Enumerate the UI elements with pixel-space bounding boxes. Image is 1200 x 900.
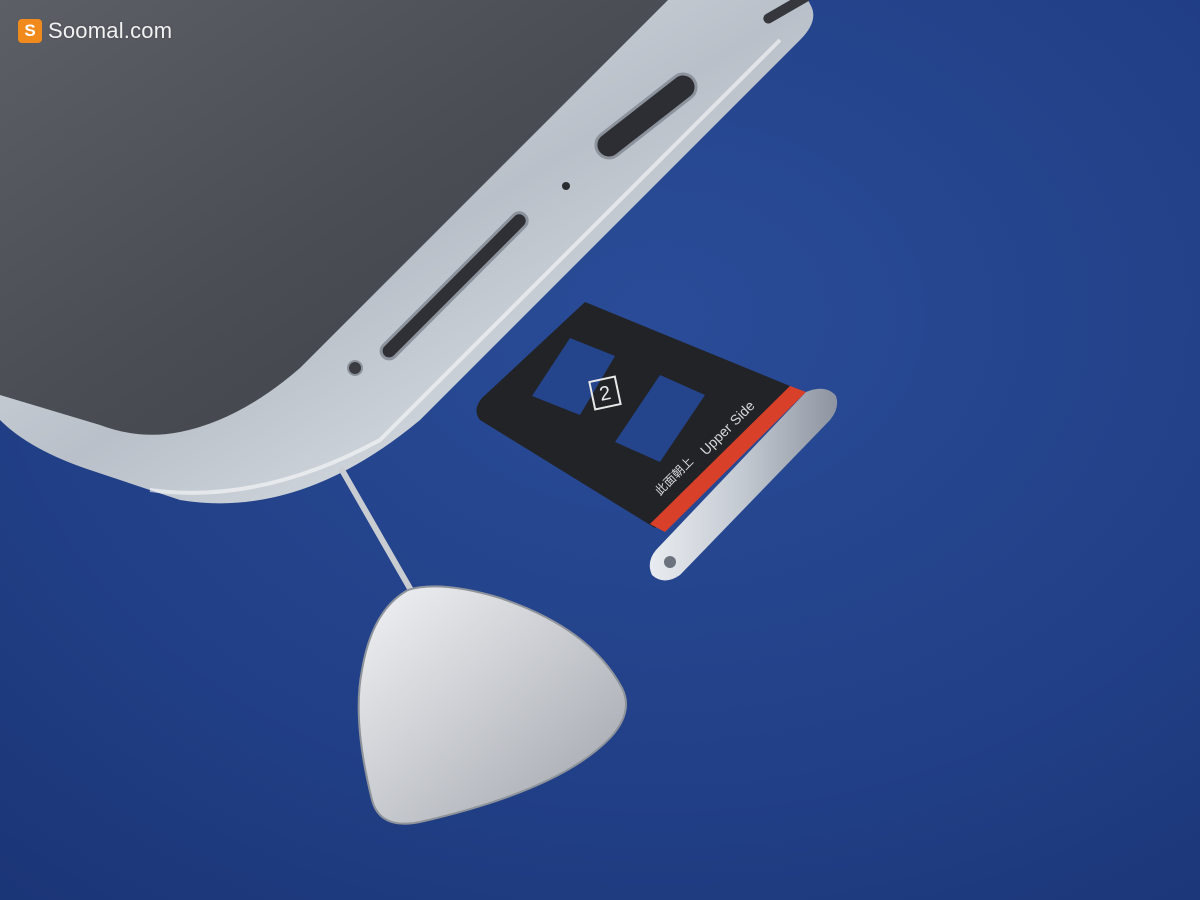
watermark-text: Soomal.com <box>48 18 173 43</box>
watermark: S Soomal.com <box>18 16 172 46</box>
soomal-logo-icon: S <box>18 19 42 43</box>
mic-hole <box>562 182 570 190</box>
mic-hole <box>347 360 363 376</box>
product-photo: 2 Upper Side 此面朝上 <box>0 0 1200 900</box>
tray-eject-hole <box>664 556 676 568</box>
